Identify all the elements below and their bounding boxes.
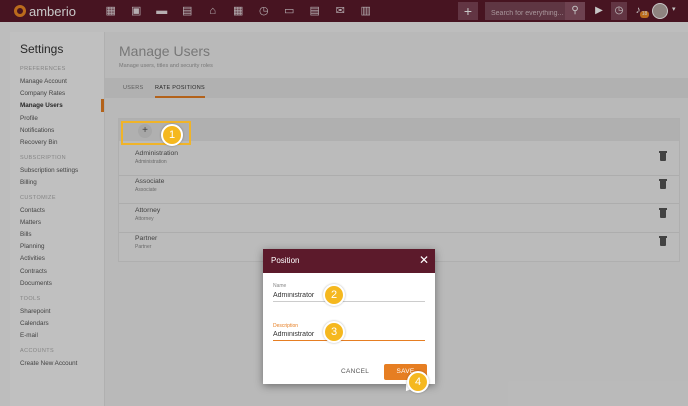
- cancel-button[interactable]: CANCEL: [341, 368, 369, 375]
- description-field[interactable]: [273, 329, 425, 341]
- dialog-title: Position: [271, 256, 300, 265]
- name-label: Name: [273, 283, 287, 289]
- name-field[interactable]: [273, 290, 425, 302]
- step-marker-2: 2: [323, 284, 345, 306]
- dialog-header: Position ✕: [263, 249, 435, 273]
- step-marker-1: 1: [161, 124, 183, 146]
- step-marker-4: 4: [407, 371, 429, 393]
- step-marker-3: 3: [323, 321, 345, 343]
- position-dialog: Position ✕ Name Description CANCEL SAVE: [263, 249, 435, 384]
- close-icon[interactable]: ✕: [419, 253, 429, 267]
